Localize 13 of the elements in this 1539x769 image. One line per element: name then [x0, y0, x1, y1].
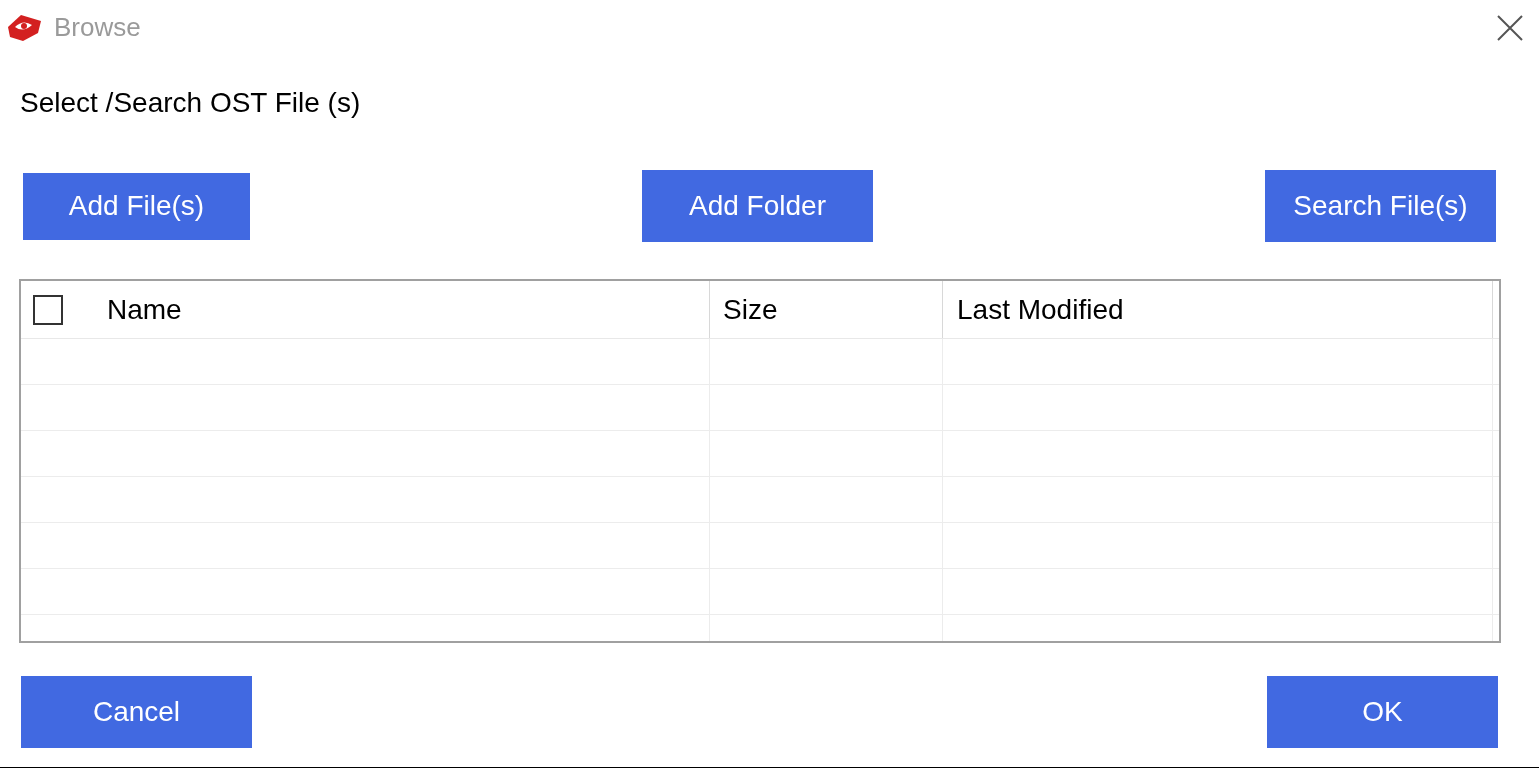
column-header[interactable]: Name	[107, 281, 710, 338]
action-button[interactable]: Add File(s)	[23, 172, 250, 240]
dialog-heading: Select /Search OST File (s)	[20, 86, 362, 120]
action-button[interactable]: Add Folder	[642, 170, 873, 242]
column-header[interactable]: Size	[710, 281, 943, 338]
window-title: Browse	[54, 11, 141, 44]
column-header[interactable]: Last Modified	[943, 281, 1493, 338]
dialog-button[interactable]: Cancel	[21, 676, 252, 748]
select-all-checkbox[interactable]	[33, 294, 63, 325]
action-button[interactable]: Search File(s)	[1265, 170, 1496, 242]
close-icon[interactable]	[1497, 14, 1523, 41]
app-logo-icon	[5, 12, 43, 43]
dialog-button[interactable]: OK	[1267, 676, 1498, 748]
